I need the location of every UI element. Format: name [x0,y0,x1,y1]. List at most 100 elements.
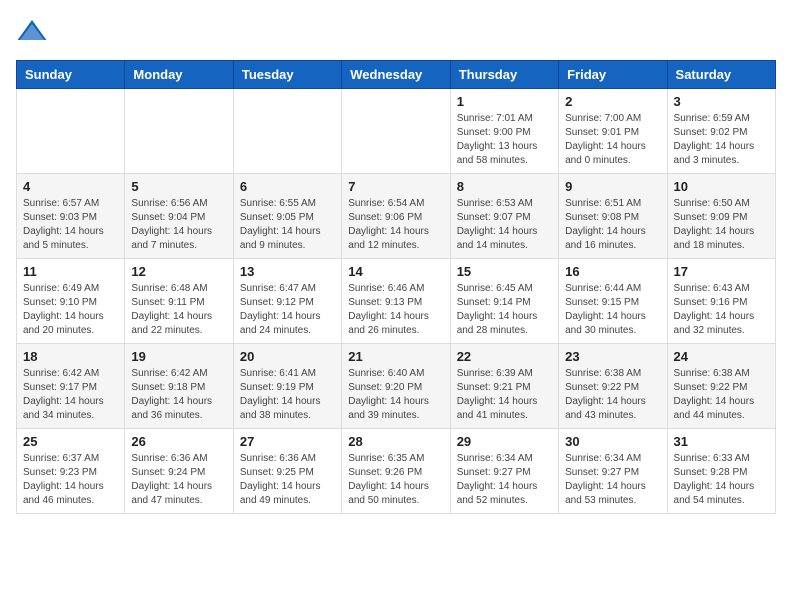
calendar-header-row: SundayMondayTuesdayWednesdayThursdayFrid… [17,61,776,89]
calendar-cell: 10 Sunrise: 6:50 AMSunset: 9:09 PMDayligh… [667,174,775,259]
calendar-cell: 23 Sunrise: 6:38 AMSunset: 9:22 PMDayligh… [559,344,667,429]
calendar-cell: 31 Sunrise: 6:33 AMSunset: 9:28 PMDayligh… [667,429,775,514]
calendar-cell: 19Sunrise: 6:42 AMSunset: 9:18 PMDayligh… [125,344,233,429]
calendar-cell: 24 Sunrise: 6:38 AMSunset: 9:22 PMDayligh… [667,344,775,429]
calendar-cell: 9 Sunrise: 6:51 AMSunset: 9:08 PMDaylight… [559,174,667,259]
day-number: 16 [565,264,660,279]
calendar-cell: 18 Sunrise: 6:42 AMSunset: 9:17 PMDayligh… [17,344,125,429]
day-number: 18 [23,349,118,364]
calendar-cell: 1 Sunrise: 7:01 AMSunset: 9:00 PMDaylight… [450,89,558,174]
calendar-week-row: 4 Sunrise: 6:57 AMSunset: 9:03 PMDaylight… [17,174,776,259]
day-number: 14 [348,264,443,279]
day-info: Sunrise: 6:45 AMSunset: 9:14 PMDaylight:… [457,282,552,338]
calendar-cell: 3Sunrise: 6:59 AMSunset: 9:02 PMDaylight… [667,89,775,174]
day-info: Sunrise: 6:36 AMSunset: 9:24 PMDaylight:… [131,452,226,508]
calendar-week-row: 11 Sunrise: 6:49 AMSunset: 9:10 PMDayligh… [17,259,776,344]
day-info: Sunrise: 6:49 AMSunset: 9:10 PMDaylight:… [23,282,118,338]
calendar-cell [17,89,125,174]
day-number: 15 [457,264,552,279]
calendar-cell: 25Sunrise: 6:37 AMSunset: 9:23 PMDayligh… [17,429,125,514]
day-info: Sunrise: 6:42 AMSunset: 9:17 PMDaylight:… [23,367,118,423]
calendar-cell: 12Sunrise: 6:48 AMSunset: 9:11 PMDayligh… [125,259,233,344]
day-number: 3 [674,94,769,109]
calendar-cell: 13 Sunrise: 6:47 AMSunset: 9:12 PMDayligh… [233,259,341,344]
day-info: Sunrise: 6:38 AMSunset: 9:22 PMDaylight:… [674,367,769,423]
day-info: Sunrise: 6:35 AMSunset: 9:26 PMDaylight:… [348,452,443,508]
calendar-cell: 5Sunrise: 6:56 AMSunset: 9:04 PMDaylight… [125,174,233,259]
day-info: Sunrise: 6:37 AMSunset: 9:23 PMDaylight:… [23,452,118,508]
day-info: Sunrise: 6:53 AMSunset: 9:07 PMDaylight:… [457,197,552,253]
day-info: Sunrise: 6:44 AMSunset: 9:15 PMDaylight:… [565,282,660,338]
day-info: Sunrise: 6:50 AMSunset: 9:09 PMDaylight:… [674,197,769,253]
calendar-cell: 7 Sunrise: 6:54 AMSunset: 9:06 PMDaylight… [342,174,450,259]
day-number: 9 [565,179,660,194]
calendar-cell: 14Sunrise: 6:46 AMSunset: 9:13 PMDayligh… [342,259,450,344]
day-info: Sunrise: 6:55 AMSunset: 9:05 PMDaylight:… [240,197,335,253]
day-info: Sunrise: 6:47 AMSunset: 9:12 PMDaylight:… [240,282,335,338]
calendar-header-friday: Friday [559,61,667,89]
calendar-cell: 17 Sunrise: 6:43 AMSunset: 9:16 PMDayligh… [667,259,775,344]
day-info: Sunrise: 6:41 AMSunset: 9:19 PMDaylight:… [240,367,335,423]
calendar-header-thursday: Thursday [450,61,558,89]
page-header [16,16,776,48]
day-number: 27 [240,434,335,449]
day-info: Sunrise: 7:00 AMSunset: 9:01 PMDaylight:… [565,112,660,168]
calendar-week-row: 1 Sunrise: 7:01 AMSunset: 9:00 PMDaylight… [17,89,776,174]
day-info: Sunrise: 6:43 AMSunset: 9:16 PMDaylight:… [674,282,769,338]
day-number: 6 [240,179,335,194]
day-number: 10 [674,179,769,194]
day-number: 7 [348,179,443,194]
calendar-week-row: 25Sunrise: 6:37 AMSunset: 9:23 PMDayligh… [17,429,776,514]
day-info: Sunrise: 6:39 AMSunset: 9:21 PMDaylight:… [457,367,552,423]
day-number: 17 [674,264,769,279]
calendar-cell: 15 Sunrise: 6:45 AMSunset: 9:14 PMDayligh… [450,259,558,344]
day-info: Sunrise: 6:38 AMSunset: 9:22 PMDaylight:… [565,367,660,423]
day-number: 2 [565,94,660,109]
calendar-cell [125,89,233,174]
calendar-cell: 21Sunrise: 6:40 AMSunset: 9:20 PMDayligh… [342,344,450,429]
day-info: Sunrise: 7:01 AMSunset: 9:00 PMDaylight:… [457,112,552,168]
day-number: 21 [348,349,443,364]
day-number: 11 [23,264,118,279]
calendar-cell: 20 Sunrise: 6:41 AMSunset: 9:19 PMDayligh… [233,344,341,429]
day-number: 8 [457,179,552,194]
day-number: 20 [240,349,335,364]
day-number: 29 [457,434,552,449]
day-number: 23 [565,349,660,364]
day-number: 13 [240,264,335,279]
calendar-cell: 29 Sunrise: 6:34 AMSunset: 9:27 PMDayligh… [450,429,558,514]
day-info: Sunrise: 6:36 AMSunset: 9:25 PMDaylight:… [240,452,335,508]
day-number: 22 [457,349,552,364]
day-info: Sunrise: 6:34 AMSunset: 9:27 PMDaylight:… [457,452,552,508]
calendar-cell: 6 Sunrise: 6:55 AMSunset: 9:05 PMDaylight… [233,174,341,259]
day-number: 30 [565,434,660,449]
calendar-cell: 30 Sunrise: 6:34 AMSunset: 9:27 PMDayligh… [559,429,667,514]
logo-icon [16,16,48,48]
calendar-cell: 11 Sunrise: 6:49 AMSunset: 9:10 PMDayligh… [17,259,125,344]
calendar-week-row: 18 Sunrise: 6:42 AMSunset: 9:17 PMDayligh… [17,344,776,429]
day-number: 5 [131,179,226,194]
day-info: Sunrise: 6:54 AMSunset: 9:06 PMDaylight:… [348,197,443,253]
calendar-header-tuesday: Tuesday [233,61,341,89]
day-number: 26 [131,434,226,449]
day-number: 31 [674,434,769,449]
calendar-table: SundayMondayTuesdayWednesdayThursdayFrid… [16,60,776,514]
calendar-cell [233,89,341,174]
day-number: 12 [131,264,226,279]
calendar-cell: 4 Sunrise: 6:57 AMSunset: 9:03 PMDaylight… [17,174,125,259]
day-number: 24 [674,349,769,364]
day-info: Sunrise: 6:51 AMSunset: 9:08 PMDaylight:… [565,197,660,253]
day-info: Sunrise: 6:42 AMSunset: 9:18 PMDaylight:… [131,367,226,423]
day-number: 1 [457,94,552,109]
calendar-header-sunday: Sunday [17,61,125,89]
calendar-header-monday: Monday [125,61,233,89]
day-info: Sunrise: 6:33 AMSunset: 9:28 PMDaylight:… [674,452,769,508]
calendar-cell: 26 Sunrise: 6:36 AMSunset: 9:24 PMDayligh… [125,429,233,514]
day-number: 4 [23,179,118,194]
day-info: Sunrise: 6:57 AMSunset: 9:03 PMDaylight:… [23,197,118,253]
day-number: 28 [348,434,443,449]
calendar-cell: 27 Sunrise: 6:36 AMSunset: 9:25 PMDayligh… [233,429,341,514]
day-info: Sunrise: 6:34 AMSunset: 9:27 PMDaylight:… [565,452,660,508]
calendar-cell [342,89,450,174]
calendar-header-wednesday: Wednesday [342,61,450,89]
